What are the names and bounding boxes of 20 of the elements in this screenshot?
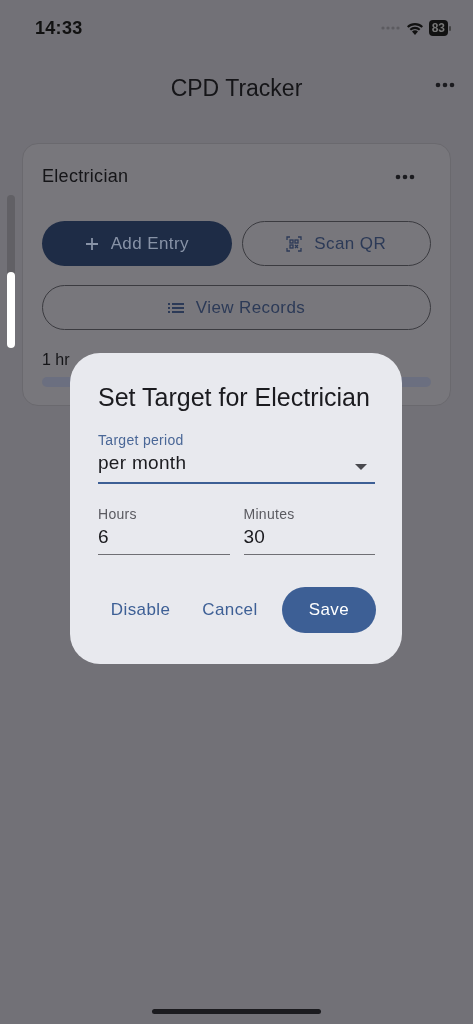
status-time: 14:33 [35,17,84,39]
app-title: CPD Tracker [170,74,303,102]
dropdown-caret-icon [355,464,367,470]
dialog-button[interactable]: Save [281,587,376,633]
qr-scan-icon [286,235,303,252]
card-button[interactable]: Add Entry [42,221,232,266]
dialog-button[interactable]: Cancel [188,587,272,633]
input-field[interactable]: Minutes 30 [243,506,375,555]
period-dropdown[interactable]: Target period per month [98,432,375,484]
dialog-title: Set Target for Electrician [98,383,371,412]
dialog-button[interactable]: Disable [96,587,185,633]
more-icon[interactable] [435,82,455,88]
plus-icon [84,236,99,251]
more-icon[interactable] [395,173,415,180]
input-field[interactable]: Hours 6 [98,506,230,555]
list-icon [167,301,184,314]
card-title: Electrician [42,166,129,187]
battery-level: 83 [428,20,448,36]
hours-summary: 1 hr [42,351,71,369]
wifi-icon [405,21,424,35]
